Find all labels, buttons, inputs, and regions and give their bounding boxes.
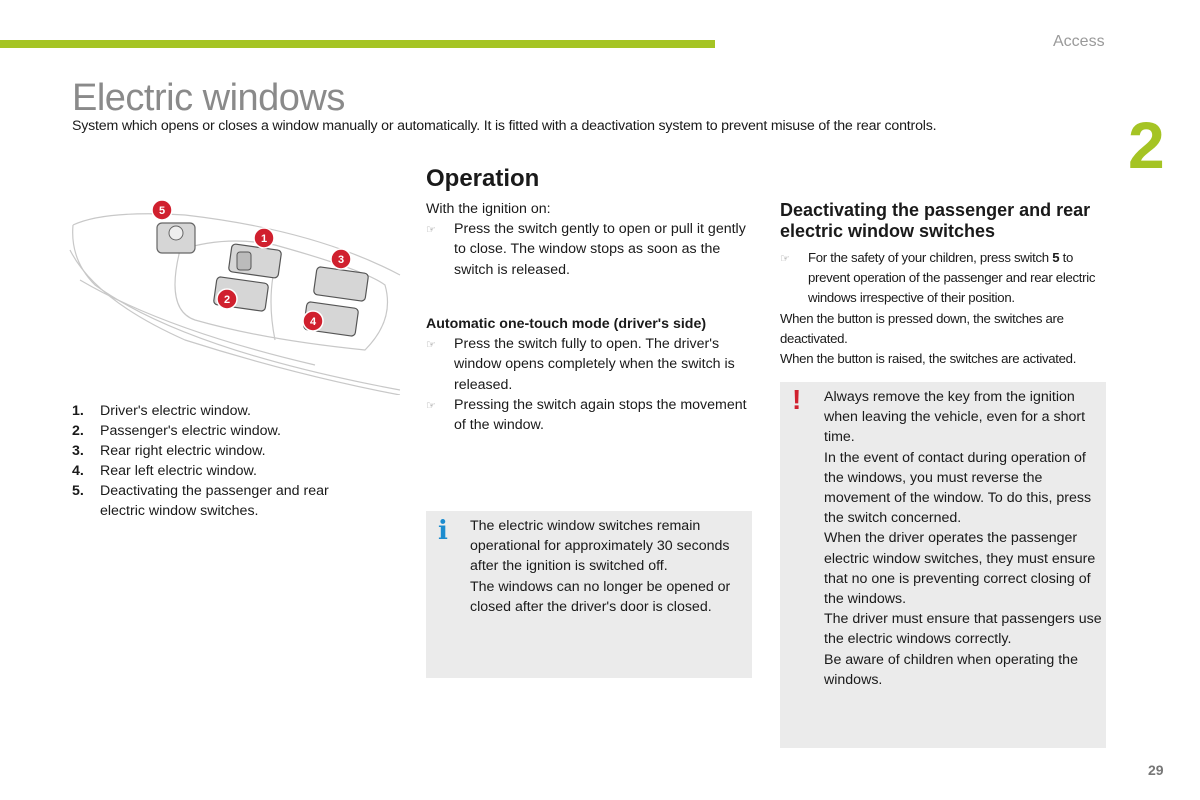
operation-automatic: Automatic one-touch mode (driver's side)… [426,314,756,435]
chapter-title: Access [1053,33,1105,50]
page-subtitle: System which opens or closes a window ma… [72,118,937,134]
svg-text:3: 3 [338,254,344,266]
svg-text:2: 2 [224,294,230,306]
legend-item: 4. Rear left electric window. [72,463,257,479]
callout-2: 2 [216,288,238,310]
switch-5-deactivation [156,222,196,254]
svg-text:5: 5 [159,205,165,217]
raised-state-text: When the button is raised, the switches … [780,351,1077,367]
legend-item: 2. Passenger's electric window. [72,423,281,439]
header-accent-bar [0,40,715,48]
switch-3-rear-right [313,266,369,302]
pointing-hand-icon: ☞ [426,339,436,352]
pointing-hand-icon: ☞ [426,224,436,237]
operation-heading: Operation [426,165,540,192]
svg-text:1: 1 [261,233,267,245]
deactivation-text: ☞ For the safety of your children, press… [780,248,1110,369]
warning-exclamation-icon: ! [792,384,802,415]
legend-item: 3. Rear right electric window. [72,443,266,459]
window-switch-diagram: 5 1 3 2 4 [69,199,401,395]
svg-text:4: 4 [310,316,317,328]
legend-item: 5. Deactivating the passenger and rear el… [72,483,329,519]
operation-intro: With the ignition on: [426,201,551,217]
diagram-legend: 1. Driver's electric window. 2. Passenger'… [72,401,372,521]
bullet-item: ☞ Press the switch fully to open. The dr… [426,334,756,395]
page-title: Electric windows [72,77,345,119]
callout-4: 4 [302,310,324,332]
deactivation-heading: Deactivating the passenger and rear elec… [780,200,1091,241]
info-icon: i [438,516,448,546]
pointing-hand-icon: ☞ [780,253,790,265]
operation-manual: With the ignition on: ☞ Press the switch… [426,199,756,280]
bullet-item: ☞ For the safety of your children, press… [780,248,1110,309]
chapter-number: 2 [1128,108,1165,182]
warning-box: ! Always remove the key from the ignitio… [780,382,1106,748]
callout-3: 3 [330,248,352,270]
callout-5: 5 [151,199,173,221]
warning-text: Always remove the key from the ignition … [824,389,1102,688]
switch-1-driver [228,243,282,279]
bullet-item: ☞ Press the switch gently to open or pul… [426,219,756,280]
pointing-hand-icon: ☞ [426,399,436,412]
page-number: 29 [1148,762,1164,778]
bullet-item: ☞ Pressing the switch again stops the mo… [426,395,756,435]
legend-item: 1. Driver's electric window. [72,403,251,419]
pressed-state-text: When the button is pressed down, the swi… [780,310,1064,346]
info-box: i The electric window switches remain op… [426,511,752,678]
info-text: The electric window switches remain oper… [470,518,731,615]
callout-1: 1 [253,227,275,249]
automatic-mode-heading: Automatic one-touch mode (driver's side) [426,316,707,332]
